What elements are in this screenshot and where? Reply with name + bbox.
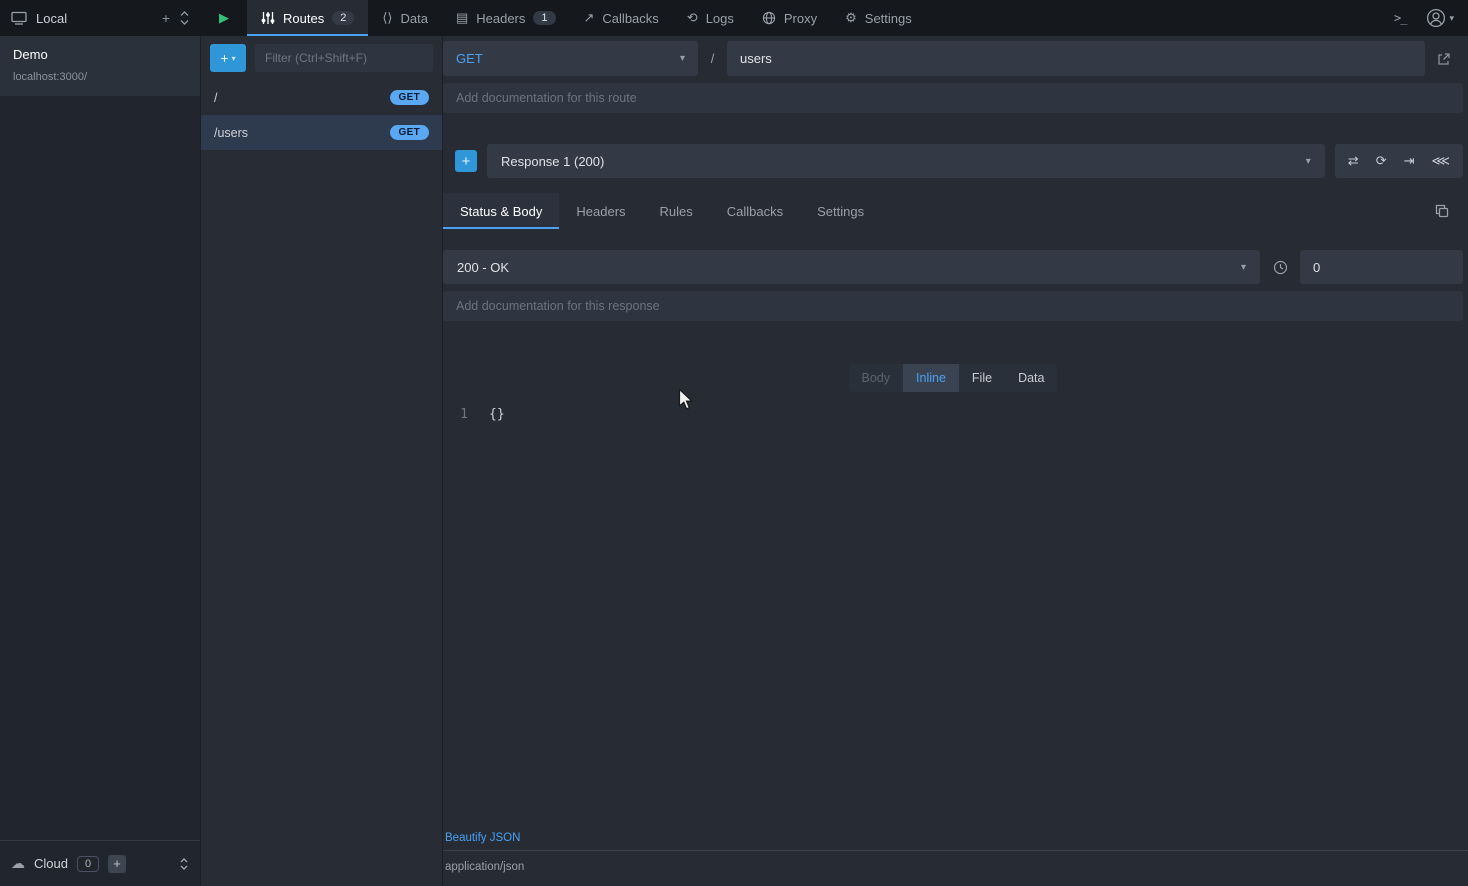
tab-label: Routes [283, 11, 324, 26]
tab-response-headers[interactable]: Headers [559, 193, 642, 229]
body-type-toggle: Body Inline File Data [849, 364, 1058, 392]
copy-icon[interactable] [1435, 204, 1463, 218]
response-label: Response 1 (200) [501, 154, 604, 169]
account-menu[interactable]: ▾ [1426, 8, 1454, 28]
fallback-mode-icon[interactable]: ⋘ [1432, 153, 1451, 169]
cloud-label: Cloud [34, 856, 68, 871]
topbar: Local + ▶ Routes 2 ⟨⟩ Data ▤ [0, 0, 1468, 36]
body-code-editor[interactable]: 1 {} [443, 406, 1463, 829]
chevron-down-icon: ▾ [1241, 262, 1246, 273]
body-type-inline[interactable]: Inline [903, 364, 959, 392]
routes-icon [261, 11, 275, 25]
route-item-root[interactable]: / GET [201, 80, 442, 115]
local-instance-header: Local + [0, 0, 201, 36]
tab-label: Callbacks [602, 11, 658, 26]
cloud-section[interactable]: ☁ Cloud 0 + [0, 840, 200, 886]
environment-item-demo[interactable]: Demo localhost:3000/ [0, 36, 200, 96]
headers-count-badge: 1 [533, 11, 555, 25]
routes-panel: + ▾ / GET /users GET [201, 36, 443, 886]
tab-label: Data [400, 11, 427, 26]
method-select[interactable]: GET ▾ [443, 41, 698, 76]
monitor-icon [11, 11, 27, 25]
beautify-json-link[interactable]: Beautify JSON [443, 832, 520, 850]
start-environment-button[interactable]: ▶ [219, 10, 229, 26]
terminal-icon[interactable]: >_ [1394, 11, 1406, 25]
tab-label: Logs [706, 11, 734, 26]
account-icon [1426, 8, 1446, 28]
body-type-data[interactable]: Data [1005, 364, 1057, 392]
tab-label: Proxy [784, 11, 817, 26]
add-environment-icon[interactable]: + [162, 10, 170, 26]
callbacks-icon: ↗ [584, 10, 595, 26]
content-type-label: application/json [443, 851, 1463, 886]
status-code-select[interactable]: 200 - OK ▾ [443, 250, 1260, 284]
method-value: GET [456, 51, 483, 66]
line-number: 1 [443, 406, 478, 829]
tab-label: Settings [865, 11, 912, 26]
response-tabs: Status & Body Headers Rules Callbacks Se… [443, 193, 1463, 229]
route-path-input[interactable] [727, 41, 1425, 76]
editor-footer: Beautify JSON application/json [443, 829, 1463, 886]
local-label: Local [36, 11, 67, 26]
tab-data[interactable]: ⟨⟩ Data [368, 0, 442, 36]
random-response-icon[interactable]: ⇄ [1348, 153, 1359, 169]
tab-logs[interactable]: ⟲ Logs [673, 0, 748, 36]
latency-input[interactable] [1300, 250, 1463, 284]
add-response-button[interactable]: + [455, 150, 477, 172]
data-icon: ⟨⟩ [382, 10, 392, 26]
environments-sidebar: Demo localhost:3000/ ☁ Cloud 0 + [0, 36, 201, 886]
body-type-file[interactable]: File [959, 364, 1005, 392]
sequential-response-icon[interactable]: ⟳ [1376, 153, 1387, 169]
cloud-icon: ☁ [11, 855, 25, 872]
plus-icon: + [220, 50, 228, 66]
response-mode-buttons: ⇄ ⟳ ⇥ ⋘ [1335, 144, 1463, 178]
tab-response-settings[interactable]: Settings [800, 193, 881, 229]
body-type-label: Body [849, 364, 904, 392]
path-separator: / [698, 41, 727, 76]
method-badge: GET [390, 125, 429, 140]
cloud-count-badge: 0 [77, 856, 99, 872]
route-documentation-input[interactable] [443, 83, 1463, 113]
latency-clock-icon [1260, 260, 1300, 275]
tab-settings[interactable]: ⚙ Settings [831, 0, 926, 36]
logs-icon: ⟲ [687, 10, 698, 26]
tab-label: Headers [476, 11, 525, 26]
collapse-environments-icon[interactable] [179, 11, 190, 25]
environment-name: Demo [13, 47, 187, 62]
tab-headers[interactable]: ▤ Headers 1 [442, 0, 570, 36]
editor-content: {} [478, 406, 1463, 829]
main-tabs: Routes 2 ⟨⟩ Data ▤ Headers 1 ↗ Callbacks… [247, 0, 926, 36]
settings-icon: ⚙ [845, 10, 857, 26]
routes-count-badge: 2 [332, 11, 354, 25]
tab-routes[interactable]: Routes 2 [247, 0, 368, 36]
route-path: /users [214, 126, 248, 140]
tab-rules[interactable]: Rules [643, 193, 710, 229]
routes-filter-input[interactable] [255, 44, 433, 72]
chevron-down-icon: ▾ [680, 53, 685, 64]
disable-rules-icon[interactable]: ⇥ [1404, 153, 1415, 169]
chevron-down-icon: ▾ [1449, 13, 1454, 24]
tab-response-callbacks[interactable]: Callbacks [710, 193, 800, 229]
add-cloud-environment-button[interactable]: + [108, 855, 126, 873]
open-route-in-browser-icon[interactable] [1425, 41, 1463, 76]
chevron-down-icon: ▾ [1306, 156, 1311, 167]
environment-url: localhost:3000/ [13, 71, 187, 83]
method-badge: GET [390, 90, 429, 105]
headers-icon: ▤ [456, 10, 468, 26]
tab-callbacks[interactable]: ↗ Callbacks [570, 0, 673, 36]
plus-icon: + [462, 153, 471, 170]
response-select[interactable]: Response 1 (200) ▾ [487, 144, 1325, 178]
route-path: / [214, 91, 217, 105]
tab-proxy[interactable]: Proxy [748, 0, 831, 36]
chevron-down-icon: ▾ [232, 54, 236, 63]
response-documentation-input[interactable] [443, 291, 1463, 321]
sort-environments-icon[interactable] [179, 857, 189, 871]
add-route-button[interactable]: + ▾ [210, 44, 246, 72]
proxy-icon [762, 11, 776, 25]
route-editor: GET ▾ / + Response 1 (200) ▾ ⇄ ⟳ ⇥ ⋘ Sta… [443, 36, 1468, 886]
tab-status-body[interactable]: Status & Body [443, 193, 559, 229]
status-code-value: 200 - OK [457, 260, 509, 275]
route-item-users[interactable]: /users GET [201, 115, 442, 150]
